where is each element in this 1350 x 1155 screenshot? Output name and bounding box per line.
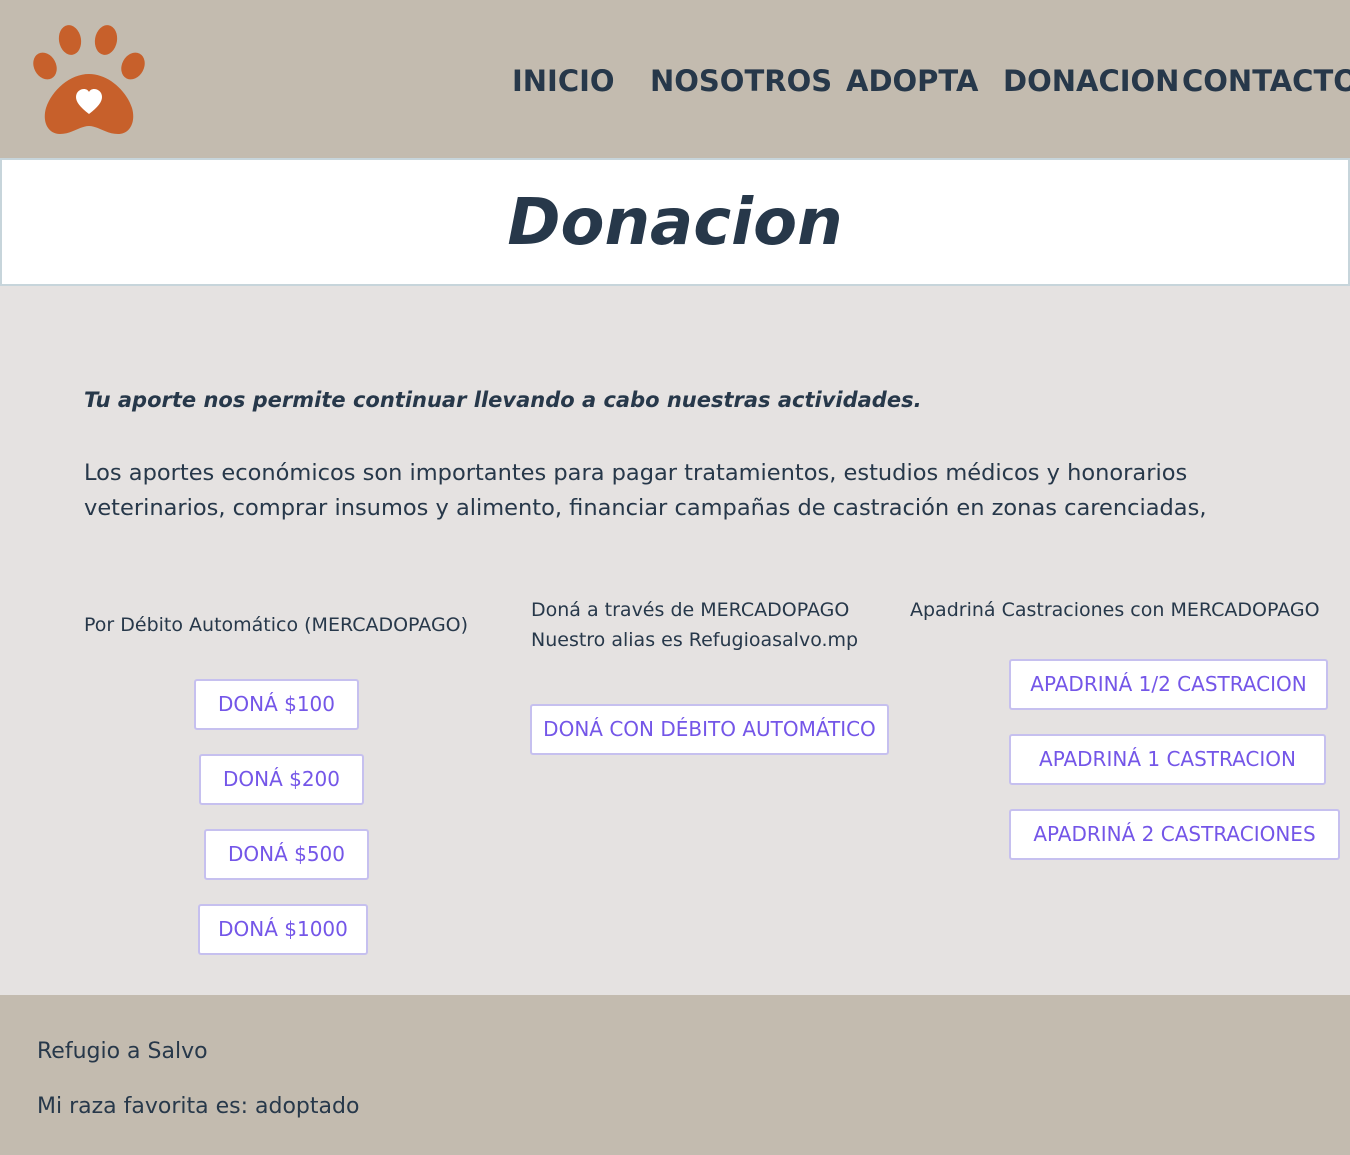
intro-body: Los aportes económicos son importantes p… [84,456,1264,526]
page-title: Donacion [507,186,843,260]
donate-200-button[interactable]: DONÁ $200 [199,754,364,805]
donate-1000-button[interactable]: DONÁ $1000 [198,904,368,955]
sponsor-one-castration-button[interactable]: APADRINÁ 1 CASTRACION [1009,734,1326,785]
site-header: INICIO NOSOTROS ADOPTA DONACION CONTACTO [0,0,1350,158]
mercadopago-alias-line: Nuestro alias es Refugioasalvo.mp [531,629,859,651]
footer-tagline: Mi raza favorita es: adoptado [37,1094,360,1119]
main-nav: INICIO NOSOTROS ADOPTA DONACION CONTACTO [0,58,1350,104]
site-footer: Refugio a Salvo Mi raza favorita es: ado… [0,995,1350,1155]
sponsor-two-castrations-button[interactable]: APADRINÁ 2 CASTRACIONES [1009,809,1340,860]
nav-contacto[interactable]: CONTACTO [1182,58,1350,104]
intro-body-line-1: Los aportes económicos son importantes p… [84,460,1188,486]
nav-inicio[interactable]: INICIO [512,58,615,104]
donate-auto-debit-button[interactable]: DONÁ CON DÉBITO AUTOMÁTICO [530,704,889,755]
nav-adopta[interactable]: ADOPTA [846,58,978,104]
mercadopago-title-line-1: Doná a través de MERCADOPAGO [531,599,850,621]
footer-site-name: Refugio a Salvo [37,1039,208,1064]
mercadopago-column-title: Doná a través de MERCADOPAGO Nuestro ali… [531,595,858,655]
castration-column-title: Apadriná Castraciones con MERCADOPAGO [910,599,1320,621]
intro-headline: Tu aporte nos permite continuar llevando… [84,388,922,412]
donate-100-button[interactable]: DONÁ $100 [194,679,359,730]
title-band: Donacion [0,158,1350,286]
nav-donacion[interactable]: DONACION [1003,58,1179,104]
intro-body-line-2: veterinarios, comprar insumos y alimento… [84,495,1207,521]
sponsor-half-castration-button[interactable]: APADRINÁ 1/2 CASTRACION [1009,659,1328,710]
nav-nosotros[interactable]: NOSOTROS [650,58,832,104]
donate-500-button[interactable]: DONÁ $500 [204,829,369,880]
debit-column-title: Por Débito Automático (MERCADOPAGO) [84,614,469,636]
